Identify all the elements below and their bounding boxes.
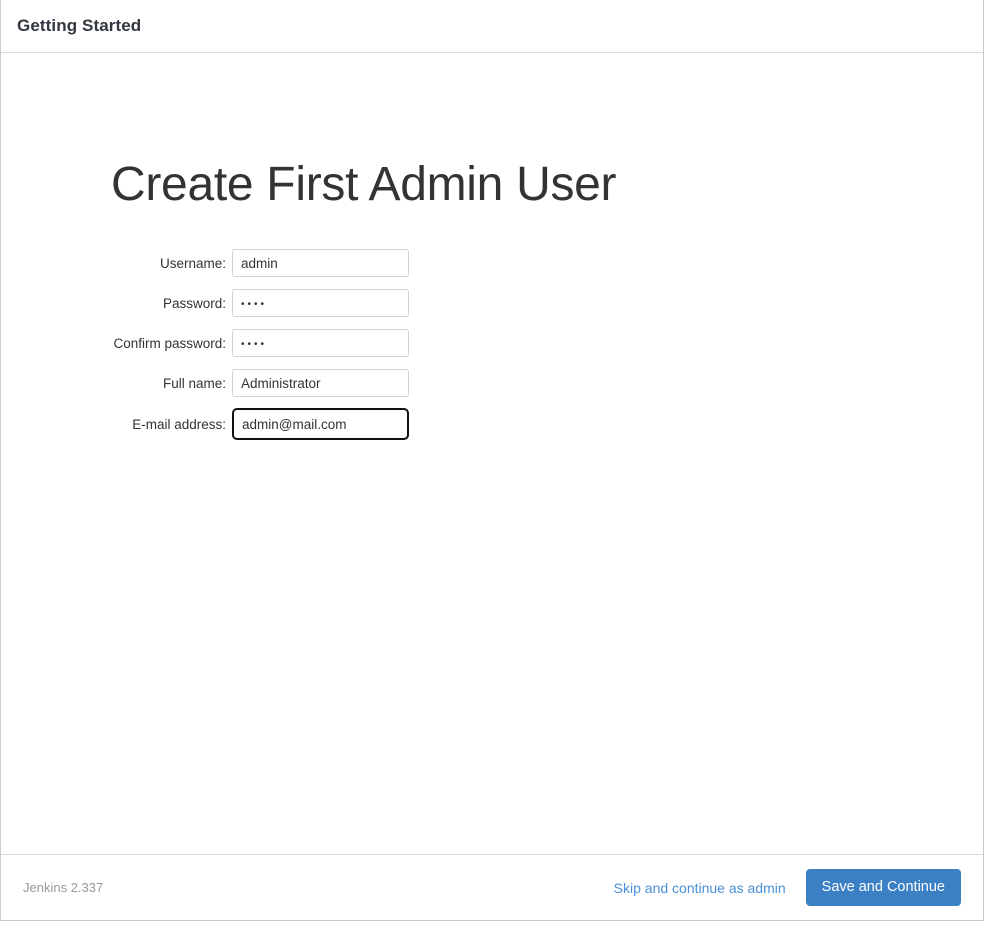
wizard-footer: Jenkins 2.337 Skip and continue as admin… xyxy=(1,854,983,920)
username-input[interactable] xyxy=(232,249,409,277)
wizard-header: Getting Started xyxy=(1,0,983,53)
email-label: E-mail address: xyxy=(111,417,230,432)
admin-user-form: Username: Password: Confirm password: Fu… xyxy=(111,243,511,445)
skip-and-continue-link[interactable]: Skip and continue as admin xyxy=(614,880,786,896)
form-row-username: Username: xyxy=(111,243,511,283)
username-label: Username: xyxy=(111,256,230,271)
page-header-title: Getting Started xyxy=(17,16,141,36)
confirm-password-label: Confirm password: xyxy=(111,336,230,351)
full-name-input[interactable] xyxy=(232,369,409,397)
jenkins-version-label: Jenkins 2.337 xyxy=(23,880,103,895)
password-input[interactable] xyxy=(232,289,409,317)
form-row-confirm-password: Confirm password: xyxy=(111,323,511,363)
setup-wizard-page: Getting Started Create First Admin User … xyxy=(0,0,984,921)
form-row-password: Password: xyxy=(111,283,511,323)
footer-actions: Skip and continue as admin Save and Cont… xyxy=(614,869,961,906)
wizard-body: Create First Admin User Username: Passwo… xyxy=(1,53,983,854)
save-and-continue-button[interactable]: Save and Continue xyxy=(806,869,961,906)
confirm-password-input[interactable] xyxy=(232,329,409,357)
page-title: Create First Admin User xyxy=(111,157,616,212)
form-row-full-name: Full name: xyxy=(111,363,511,403)
form-row-email: E-mail address: xyxy=(111,403,511,445)
email-field[interactable] xyxy=(232,408,409,440)
full-name-label: Full name: xyxy=(111,376,230,391)
password-label: Password: xyxy=(111,296,230,311)
